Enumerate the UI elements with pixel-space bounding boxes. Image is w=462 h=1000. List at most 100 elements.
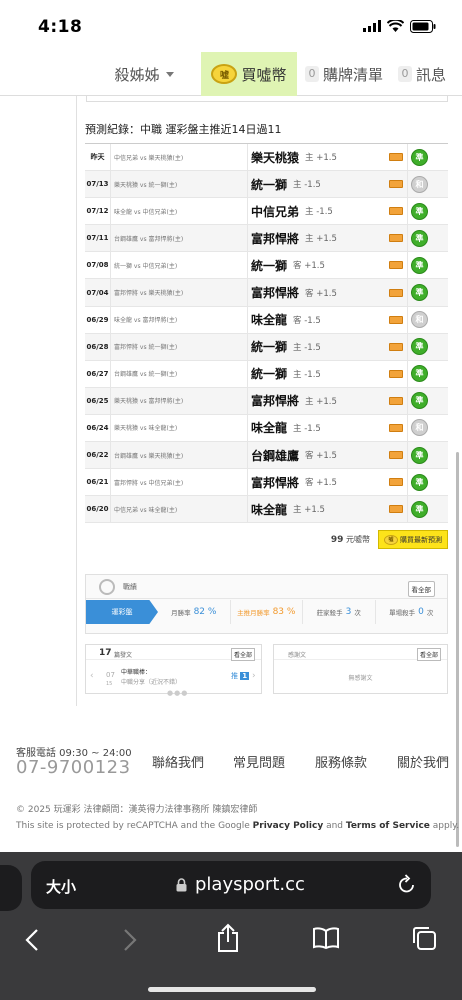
row-date: 06/22 (86, 451, 109, 460)
address-bar[interactable]: 大小 playsport.cc (31, 861, 431, 909)
share-icon[interactable] (216, 923, 240, 953)
cart-count-badge: 0 (304, 66, 319, 82)
ticket-icon (389, 451, 403, 460)
table-row: 06/25 樂天桃猿 vs 富邦悍將(主) 富邦悍將主 +1.5 準 (85, 387, 448, 415)
chevron-right-icon[interactable]: › (252, 671, 256, 681)
buy-prediction-label: 購買最新預測 (400, 535, 442, 544)
row-date: 06/21 (86, 478, 109, 487)
post-page: 推 1 (231, 671, 250, 681)
pick-side: 客 +1.5 (305, 451, 337, 462)
row-pick: 統一獅客 +1.5 (247, 252, 407, 279)
table-row: 07/11 台鋼雄鷹 vs 富邦悍將(主) 富邦悍將主 +1.5 準 (85, 225, 448, 253)
text-size-button[interactable]: 大小 (46, 876, 76, 897)
reload-icon[interactable] (397, 873, 417, 895)
result-badge-icon: 準 (411, 229, 428, 247)
status-bar: 4:18 (0, 0, 462, 52)
bookmarks-icon[interactable] (312, 926, 340, 950)
hotline-number[interactable]: 07-9700123 (16, 757, 131, 778)
pick-side: 主 +1.5 (305, 396, 337, 407)
page-number[interactable]: 1 (240, 672, 250, 680)
row-match[interactable]: 統一獅 vs 中信兄弟(主) (110, 252, 247, 279)
ticket-icon (389, 234, 403, 243)
privacy-link[interactable]: Privacy Policy (253, 821, 324, 831)
row-result: 準 (407, 252, 431, 279)
chevron-left-icon[interactable]: ‹ (90, 671, 94, 681)
battery-icon (410, 19, 436, 33)
row-date: 07/08 (86, 261, 109, 270)
thanks-view-all-button[interactable]: 看全部 (416, 648, 441, 661)
ticket-icon (389, 423, 403, 432)
pick-team: 統一獅 (251, 367, 288, 382)
pick-side: 主 -1.5 (293, 423, 321, 434)
footer-link-faq[interactable]: 常見問題 (233, 752, 285, 771)
monthly-value: 82 % (193, 607, 217, 617)
buy-coins-button[interactable]: 噓 買噓幣 (201, 52, 297, 96)
row-pick: 富邦悍將主 +1.5 (247, 225, 407, 252)
url-display[interactable]: playsport.cc (176, 874, 305, 895)
cart-label: 購牌清單 (322, 65, 383, 84)
row-date: 07/11 (86, 234, 109, 243)
single-killer: 單場殺手 0 次 (376, 600, 448, 624)
single-unit: 次 (426, 609, 434, 617)
pick-team: 富邦悍將 (251, 475, 300, 490)
pick-side: 主 -1.5 (305, 207, 333, 218)
terms-link[interactable]: Terms of Service (346, 821, 430, 831)
row-match[interactable]: 樂天桃猿 vs 富邦悍將(主) (110, 387, 247, 414)
row-result: 準 (407, 198, 431, 225)
row-match[interactable]: 富邦悍將 vs 中信兄弟(主) (110, 469, 247, 496)
row-match[interactable]: 中信兄弟 vs 味全龍(主) (110, 496, 247, 523)
result-badge-icon: 和 (411, 419, 428, 437)
row-match[interactable]: 味全龍 vs 富邦悍將(主) (110, 306, 247, 333)
user-menu[interactable]: 殺姊姊 (88, 52, 200, 96)
chevron-down-icon (165, 71, 174, 77)
row-date: 07/12 (86, 207, 109, 216)
row-pick: 味全龍主 +1.5 (247, 496, 407, 523)
tab-sports-lottery[interactable]: 運彩盤 (86, 600, 158, 624)
stats-view-all-button[interactable]: 看全部 (407, 581, 435, 597)
row-date: 07/13 (86, 180, 109, 189)
cart-button[interactable]: 0 購牌清單 (299, 52, 389, 96)
single-value: 0 (418, 607, 424, 617)
back-icon[interactable] (24, 928, 40, 952)
ticket-icon (389, 153, 403, 162)
row-match[interactable]: 台鋼雄鷹 vs 富邦悍將(主) (110, 225, 247, 252)
row-date: 06/25 (86, 396, 109, 405)
main-value: 83 % (272, 607, 296, 617)
monthly-win-rate: 月勝率 82 % (158, 600, 231, 624)
tabs-icon[interactable] (411, 925, 437, 951)
top-nav: 殺姊姊 噓 買噓幣 0 購牌清單 0 訊息 (0, 52, 462, 96)
dealer-killer: 莊家殺手 3 次 (303, 600, 376, 624)
row-match[interactable]: 中信兄弟 vs 樂天桃猿(主) (110, 144, 247, 171)
row-match[interactable]: 富邦悍將 vs 樂天桃猿(主) (110, 279, 247, 306)
row-match[interactable]: 味全龍 vs 中信兄弟(主) (110, 198, 247, 225)
pick-side: 客 +1.5 (305, 478, 337, 489)
row-match[interactable]: 樂天桃猿 vs 味全龍(主) (110, 414, 247, 442)
pick-team: 富邦悍將 (251, 231, 300, 246)
pick-side: 客 -1.5 (293, 315, 321, 326)
ticket-icon (389, 478, 403, 487)
table-row: 07/04 富邦悍將 vs 樂天桃猿(主) 富邦悍將客 +1.5 準 (85, 279, 448, 307)
row-match[interactable]: 富邦悍將 vs 統一獅(主) (110, 333, 247, 360)
previous-tab[interactable] (0, 865, 22, 911)
footer-link-terms[interactable]: 服務條款 (315, 752, 367, 771)
table-row: 07/13 樂天桃猿 vs 統一獅(主) 統一獅主 -1.5 和 (85, 171, 448, 199)
row-match[interactable]: 台鋼雄鷹 vs 樂天桃猿(主) (110, 442, 247, 469)
row-match[interactable]: 樂天桃猿 vs 統一獅(主) (110, 171, 247, 198)
row-result: 和 (407, 306, 431, 333)
streak-value: 3 (345, 607, 352, 617)
footer-link-contact[interactable]: 聯絡我們 (152, 752, 204, 771)
row-date: 06/28 (86, 342, 109, 351)
pick-team: 樂天桃猿 (251, 150, 300, 165)
post-title[interactable]: 中華職棒： (121, 667, 151, 676)
footer: 客服電話 09:30 ~ 24:00 07-9700123 聯絡我們 常見問題 … (0, 740, 462, 852)
table-row: 07/08 統一獅 vs 中信兄弟(主) 統一獅客 +1.5 準 (85, 252, 448, 280)
forward-icon[interactable] (122, 928, 138, 952)
pick-side: 主 +1.5 (293, 505, 325, 516)
buy-prediction-button[interactable]: 噓 購買最新預測 (378, 530, 448, 549)
lock-icon (176, 877, 187, 891)
footer-link-about[interactable]: 關於我們 (397, 752, 449, 771)
row-match[interactable]: 台鋼雄鷹 vs 統一獅(主) (110, 360, 247, 387)
post-date-month: 07 (106, 671, 115, 679)
row-result: 和 (407, 414, 431, 442)
messages-button[interactable]: 0 訊息 (391, 52, 453, 96)
